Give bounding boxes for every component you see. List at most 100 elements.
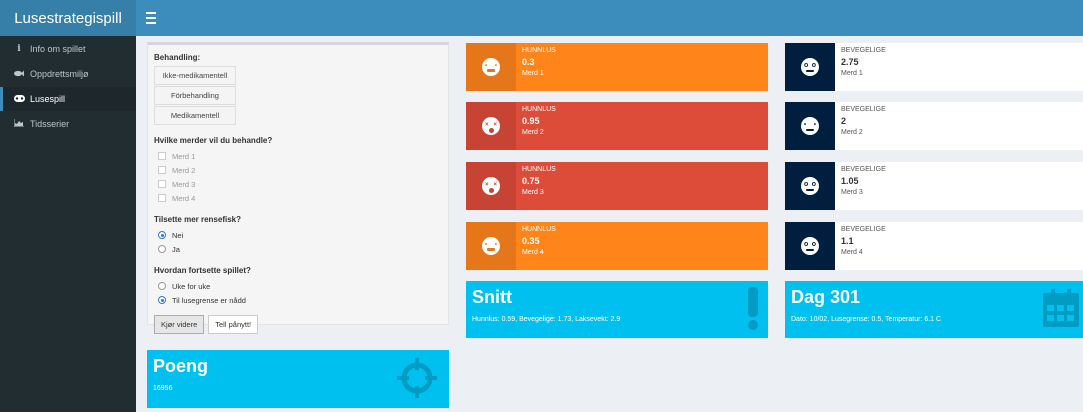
box-pen: Merd 4 [522, 249, 544, 256]
rolling-eyes-face-icon: oo [801, 177, 819, 195]
box-value: 2.75 [841, 57, 859, 67]
pens-heading: Hvilke merder vil du behandle? [154, 136, 273, 145]
day-text: Dato: 10/02, Lusegrense: 0.5, Temperatur… [791, 316, 942, 323]
continue-until-limit-radio[interactable]: Til lusegrense er nådd [154, 293, 442, 307]
checkbox[interactable] [158, 194, 166, 202]
pen-2-checkbox[interactable]: Merd 2 [154, 163, 442, 177]
sidebar-item-lusespill[interactable]: Lusespill [0, 87, 136, 111]
app-logo[interactable]: Lusestrategispill [0, 0, 136, 36]
box-value: 1.1 [841, 236, 854, 246]
box-label: HUNNLUS [522, 47, 556, 54]
radio[interactable] [158, 245, 166, 253]
box-label: BEVEGELIGE [841, 226, 886, 233]
checkbox[interactable] [158, 166, 166, 174]
average-title: Snitt [472, 287, 512, 307]
box-label: BEVEGELIGE [841, 106, 886, 113]
radio-label: Til lusegrense er nådd [172, 295, 246, 305]
radio[interactable] [158, 296, 166, 304]
box-pen: Merd 4 [841, 249, 863, 256]
rolling-eyes-face-icon: oo [801, 237, 819, 255]
crosshairs-icon [397, 358, 437, 403]
info-icon: i [17, 44, 21, 54]
box-value: 1.05 [841, 176, 859, 186]
continue-heading: Hvordan fortsette spillet? [154, 266, 251, 275]
neutral-face-icon: • • [482, 58, 500, 76]
rolling-eyes-face-icon: oo [801, 58, 819, 76]
female-lice-box-pen-3: × × HUNNLUS 0.75 Merd 3 [466, 162, 768, 210]
pen-4-checkbox[interactable]: Merd 4 [154, 191, 442, 205]
average-box: Snitt Hunnlus: 0.59, Bevegelige: 1.73, L… [466, 281, 768, 338]
box-pen: Merd 1 [522, 70, 544, 77]
average-text: Hunnlus: 0.59, Bevegelige: 1.73, Lakseve… [472, 316, 621, 323]
calendar-icon [1043, 289, 1079, 332]
score-box: Poeng 16956 [147, 350, 449, 408]
treatment-heading: Behandling: [154, 53, 201, 62]
box-value: 0.35 [522, 236, 540, 246]
female-lice-box-pen-1: • • HUNNLUS 0.3 Merd 1 [466, 43, 768, 91]
cleaner-yes-radio[interactable]: Ja [154, 242, 442, 256]
pen-1-checkbox[interactable]: Merd 1 [154, 149, 442, 163]
mobile-lice-box-pen-1: oo BEVEGELIGE 2.75 Merd 1 [785, 43, 1083, 91]
checkbox-label: Merd 1 [172, 151, 196, 161]
cleaner-no-radio[interactable]: Nei [154, 228, 442, 242]
dizzy-face-icon: × × [482, 117, 500, 135]
day-box: Dag 301 Dato: 10/02, Lusegrense: 0.5, Te… [785, 281, 1083, 338]
radio-label: Nei [172, 230, 184, 240]
sidebar-toggle-icon[interactable] [146, 9, 162, 25]
area-chart-icon [12, 119, 26, 129]
box-value: 0.95 [522, 116, 540, 126]
box-label: BEVEGELIGE [841, 47, 886, 54]
continue-weekly-radio[interactable]: Uke for uke [154, 279, 442, 293]
checkbox-label: Merd 4 [172, 193, 196, 203]
sidebar-item-label: Info om spillet [30, 44, 86, 54]
sidebar-item-oppdrettsmiljo[interactable]: Oppdrettsmiljø [0, 62, 136, 86]
box-label: BEVEGELIGE [841, 166, 886, 173]
top-navbar [136, 0, 1083, 36]
box-label: HUNNLUS [522, 166, 556, 173]
treatment-button-group: Ikke-medikamentell Förbehandling Medikam… [154, 66, 236, 126]
day-title: Dag 301 [791, 287, 861, 307]
box-value: 2 [841, 116, 847, 126]
game-controls-panel: Behandling: Ikke-medikamentell Förbehand… [147, 42, 449, 334]
sidebar-item-info[interactable]: i Info om spillet [0, 37, 136, 61]
sidebar: i Info om spillet Oppdrettsmiljø Lusespi… [0, 36, 136, 412]
pen-3-checkbox[interactable]: Merd 3 [154, 177, 442, 191]
box-value: 0.75 [522, 176, 540, 186]
radio[interactable] [158, 282, 166, 290]
checkbox-label: Merd 3 [172, 179, 196, 189]
checkbox[interactable] [158, 180, 166, 188]
neutral-face-icon: • • [482, 237, 500, 255]
box-pen: Merd 2 [841, 129, 863, 136]
radio[interactable] [158, 231, 166, 239]
sidebar-item-label: Lusespill [30, 94, 66, 104]
treatment-nonmedical-button[interactable]: Ikke-medikamentell [154, 66, 236, 85]
treatment-pretreatment-button[interactable]: Förbehandling [154, 86, 236, 105]
sidebar-item-tidsserier[interactable]: Tidsserier [0, 112, 136, 136]
exclamation-icon [746, 287, 760, 336]
checkbox[interactable] [158, 152, 166, 160]
cleaner-fish-heading: Tilsette mer rensefisk? [154, 215, 242, 224]
female-lice-box-pen-4: • • HUNNLUS 0.35 Merd 4 [466, 222, 768, 270]
radio-label: Uke for uke [172, 281, 211, 291]
restart-button[interactable]: Tell pånytt! [208, 315, 259, 334]
mobile-lice-box-pen-4: oo BEVEGELIGE 1.1 Merd 4 [785, 222, 1083, 270]
sidebar-item-label: Tidsserier [30, 119, 70, 129]
box-pen: Merd 3 [522, 189, 544, 196]
treatment-medical-button[interactable]: Medikamentell [154, 106, 236, 125]
box-label: HUNNLUS [522, 226, 556, 233]
mobile-lice-box-pen-3: oo BEVEGELIGE 1.05 Merd 3 [785, 162, 1083, 210]
box-pen: Merd 3 [841, 189, 863, 196]
mobile-lice-box-pen-2: • • BEVEGELIGE 2 Merd 2 [785, 102, 1083, 150]
box-pen: Merd 2 [522, 129, 544, 136]
run-button[interactable]: Kjør videre [154, 315, 205, 334]
sidebar-item-label: Oppdrettsmiljø [30, 69, 89, 79]
radio-label: Ja [172, 244, 180, 254]
box-pen: Merd 1 [841, 70, 863, 77]
female-lice-box-pen-2: × × HUNNLUS 0.95 Merd 2 [466, 102, 768, 150]
box-label: HUNNLUS [522, 106, 556, 113]
dizzy-face-icon: × × [482, 177, 500, 195]
app-title: Lusestrategispill [14, 9, 122, 27]
fish-icon [12, 69, 26, 79]
box-value: 0.3 [522, 57, 535, 67]
checkbox-label: Merd 2 [172, 165, 196, 175]
